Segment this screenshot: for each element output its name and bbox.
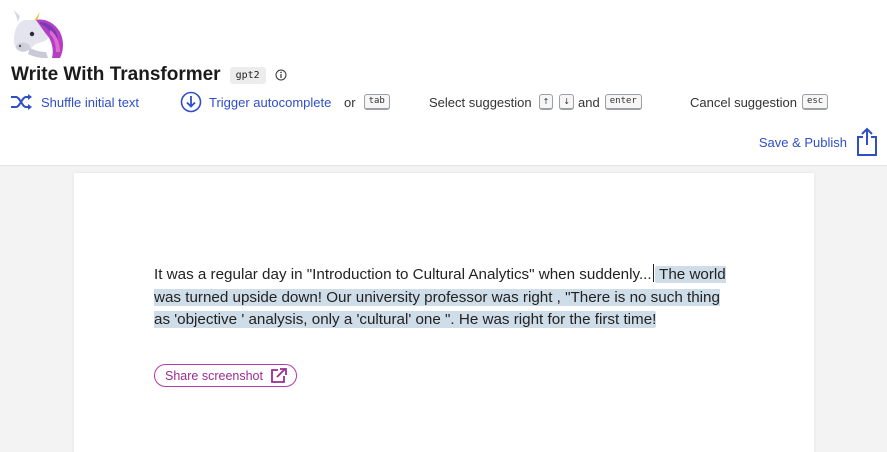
arrow-down-key: ↓	[559, 94, 575, 110]
title-row: Write With Transformer gpt2	[11, 63, 287, 87]
save-publish-label: Save & Publish	[758, 134, 847, 150]
tab-shortcut-hint: or tab	[344, 91, 390, 113]
trigger-autocomplete-button[interactable]: Trigger autocomplete	[180, 91, 331, 113]
arrow-up-key: ↑	[538, 94, 554, 110]
share-upload-icon	[857, 127, 877, 156]
shuffle-label: Shuffle initial text	[41, 94, 140, 110]
model-badge: gpt2	[229, 66, 266, 84]
tab-key: tab	[363, 94, 390, 110]
external-link-icon	[271, 368, 287, 383]
save-publish-button[interactable]: Save & Publish	[759, 126, 878, 158]
shuffle-button[interactable]: Shuffle initial text	[10, 91, 139, 113]
share-screenshot-button[interactable]: Share screenshot	[154, 364, 297, 387]
select-suggestion-hint: Select suggestion ↑ ↓ and enter	[429, 91, 642, 113]
cancel-suggestion-hint: Cancel suggestion esc	[690, 91, 829, 113]
esc-key: esc	[801, 94, 829, 110]
text-cursor	[652, 264, 655, 282]
download-circle-icon	[180, 91, 202, 113]
app-title: Write With Transformer	[11, 64, 221, 85]
editor-text[interactable]: It was a regular day in "Introduction to…	[154, 264, 734, 332]
shuffle-icon	[11, 94, 32, 110]
enter-key: enter	[604, 94, 642, 110]
unicorn-icon	[14, 10, 63, 58]
shortcut-toolbar: Shuffle initial text Trigger autocomplet…	[10, 91, 870, 113]
share-screenshot-label: Share screenshot	[165, 368, 263, 383]
select-suggestion-label: Select suggestion	[429, 94, 532, 110]
and-text: and	[578, 94, 600, 110]
top-header: Write With Transformer gpt2 Shuffle init…	[0, 0, 887, 166]
cancel-suggestion-label: Cancel suggestion	[690, 94, 797, 110]
trigger-autocomplete-label: Trigger autocomplete	[209, 94, 332, 110]
info-icon[interactable]	[275, 69, 287, 81]
editor-document: It was a regular day in "Introduction to…	[74, 173, 814, 452]
or-text: or	[344, 94, 356, 110]
prompt-text: It was a regular day in "Introduction to…	[154, 266, 652, 283]
